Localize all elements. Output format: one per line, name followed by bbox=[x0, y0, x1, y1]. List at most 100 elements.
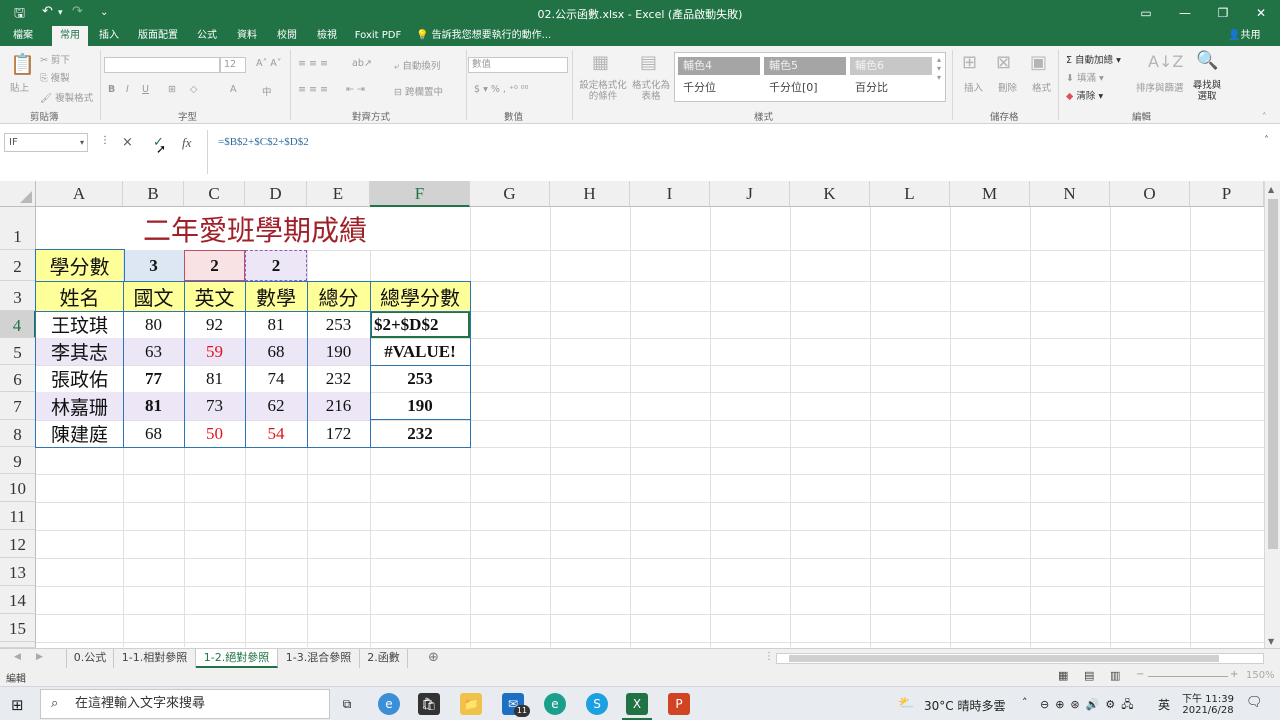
student-name-cell[interactable]: 李其志 bbox=[36, 338, 123, 365]
header-weighted-cell[interactable]: 總學分數 bbox=[370, 281, 470, 311]
header-math-cell[interactable]: 數學 bbox=[245, 281, 307, 311]
score-chinese-cell[interactable]: 77 bbox=[123, 365, 184, 392]
student-name-cell[interactable]: 王玟琪 bbox=[36, 311, 123, 338]
row-header-1[interactable]: 1 bbox=[0, 207, 36, 250]
style-comma[interactable]: 千分位 bbox=[678, 79, 760, 97]
score-total-cell[interactable]: 232 bbox=[307, 365, 370, 392]
format-as-table-button[interactable]: 格式化為表格 bbox=[630, 80, 672, 102]
share-button[interactable]: 👤共用 bbox=[1228, 26, 1260, 46]
score-english-cell[interactable]: 92 bbox=[184, 311, 245, 338]
align-left-icon[interactable]: ≡ ≡ ≡ bbox=[298, 84, 328, 95]
column-header-d[interactable]: D bbox=[245, 181, 307, 207]
score-total-cell[interactable]: 216 bbox=[307, 392, 370, 420]
sheet-tab-mixed[interactable]: 1-3.混合參照 bbox=[278, 649, 360, 668]
scroll-sheets-right-icon[interactable]: ▶ bbox=[36, 652, 43, 662]
column-header-k[interactable]: K bbox=[790, 181, 870, 207]
tab-foxit-pdf[interactable]: Foxit PDF bbox=[350, 26, 406, 46]
weighted-total-cell[interactable]: #VALUE! bbox=[370, 338, 470, 365]
style-percent[interactable]: 百分比 bbox=[850, 79, 932, 97]
score-english-cell[interactable]: 81 bbox=[184, 365, 245, 392]
excel-icon[interactable]: X bbox=[626, 693, 648, 715]
column-header-f[interactable]: F bbox=[370, 181, 470, 207]
active-cell-f4[interactable]: $2+$D$2 bbox=[370, 311, 470, 338]
credit-label-cell[interactable]: 學分數 bbox=[36, 250, 123, 281]
credit-math-cell[interactable]: 2 bbox=[245, 250, 307, 281]
add-sheet-icon[interactable]: ⊕ bbox=[428, 650, 439, 665]
header-english-cell[interactable]: 英文 bbox=[184, 281, 245, 311]
column-header-i[interactable]: I bbox=[630, 181, 710, 207]
phonetic-icon[interactable]: 中 bbox=[262, 84, 272, 98]
italic-icon[interactable]: I bbox=[126, 84, 129, 95]
font-color-icon[interactable]: A bbox=[230, 84, 237, 95]
scroll-thumb[interactable] bbox=[1268, 199, 1278, 549]
border-icon[interactable]: ⊞ bbox=[168, 84, 176, 95]
weather-icon[interactable]: ⛅ bbox=[898, 696, 914, 711]
row-header-10[interactable]: 10 bbox=[0, 474, 36, 502]
score-chinese-cell[interactable]: 63 bbox=[123, 338, 184, 365]
tab-view[interactable]: 檢視 bbox=[310, 26, 344, 46]
score-math-cell[interactable]: 68 bbox=[245, 338, 307, 365]
weighted-total-cell[interactable]: 253 bbox=[370, 365, 470, 392]
score-chinese-cell[interactable]: 80 bbox=[123, 311, 184, 338]
collapse-ribbon-icon[interactable]: ˄ bbox=[1262, 112, 1267, 123]
column-header-o[interactable]: O bbox=[1110, 181, 1190, 207]
number-format-combo[interactable]: 數值 bbox=[468, 57, 568, 73]
horizontal-scroll-thumb[interactable] bbox=[789, 655, 1219, 662]
row-header-13[interactable]: 13 bbox=[0, 558, 36, 586]
row-header-14[interactable]: 14 bbox=[0, 586, 36, 614]
taskbar-search-box[interactable]: ⌕ 在這裡輸入文字來搜尋 bbox=[40, 689, 330, 719]
ime-indicator[interactable]: 英 bbox=[1158, 696, 1170, 713]
paste-button[interactable]: 貼上 bbox=[10, 80, 29, 94]
font-name-combo[interactable] bbox=[104, 57, 220, 73]
header-total-cell[interactable]: 總分 bbox=[307, 281, 370, 311]
autosum-button[interactable]: Σ 自動加總 ▾ bbox=[1066, 52, 1121, 66]
select-all-button[interactable] bbox=[0, 181, 36, 207]
fill-color-icon[interactable]: ◇ bbox=[190, 84, 197, 95]
formula-input[interactable]: =$B$2+$C$2+$D$2 bbox=[218, 136, 309, 148]
score-total-cell[interactable]: 190 bbox=[307, 338, 370, 365]
notification-center-icon[interactable]: 🗨 bbox=[1246, 695, 1263, 710]
sheet-title[interactable]: 二年愛班學期成績 bbox=[110, 207, 400, 250]
show-hidden-icons-icon[interactable]: ˄ bbox=[1022, 696, 1028, 709]
column-header-c[interactable]: C bbox=[184, 181, 245, 207]
column-header-e[interactable]: E bbox=[307, 181, 370, 207]
sort-filter-button[interactable]: 排序與篩選 bbox=[1136, 80, 1184, 94]
horizontal-scrollbar[interactable] bbox=[776, 653, 1264, 664]
header-name-cell[interactable]: 姓名 bbox=[36, 281, 123, 311]
copy-button[interactable]: ⎘ 複製 bbox=[40, 70, 70, 84]
font-size-combo[interactable]: 12 bbox=[220, 57, 246, 73]
zoom-level[interactable]: 150% bbox=[1246, 670, 1275, 681]
column-header-j[interactable]: J bbox=[710, 181, 790, 207]
ribbon-display-icon[interactable]: ▭ bbox=[1127, 2, 1165, 24]
sheet-tab-absolute[interactable]: 1-2.絕對參照 bbox=[196, 649, 278, 668]
zoom-in-icon[interactable]: + bbox=[1230, 669, 1238, 680]
cancel-icon[interactable]: × bbox=[122, 135, 133, 150]
gallery-scroll-icon[interactable]: ▴ ▾ ▾ bbox=[937, 55, 941, 82]
row-header-8[interactable]: 8 bbox=[0, 420, 36, 447]
currency-icon[interactable]: $ ▾ % , ⁺⁰ ⁰⁰ bbox=[474, 84, 528, 95]
row-header-3[interactable]: 3 bbox=[0, 281, 36, 311]
sheet-tab-functions[interactable]: 2.函數 bbox=[360, 649, 408, 668]
credit-chinese-cell[interactable]: 3 bbox=[123, 250, 184, 281]
score-math-cell[interactable]: 62 bbox=[245, 392, 307, 420]
scroll-sheets-left-icon[interactable]: ◀ bbox=[14, 652, 21, 662]
score-math-cell[interactable]: 74 bbox=[245, 365, 307, 392]
sheet-tab-formula[interactable]: 0.公式 bbox=[66, 649, 114, 668]
row-header-4[interactable]: 4 bbox=[0, 311, 36, 338]
column-header-m[interactable]: M bbox=[950, 181, 1030, 207]
column-header-a[interactable]: A bbox=[36, 181, 123, 207]
row-header-9[interactable]: 9 bbox=[0, 447, 36, 474]
skype-icon[interactable]: S bbox=[586, 693, 608, 715]
tab-insert[interactable]: 插入 bbox=[92, 26, 126, 46]
tab-formulas[interactable]: 公式 bbox=[190, 26, 224, 46]
weighted-total-cell[interactable]: 190 bbox=[370, 392, 470, 420]
tab-file[interactable]: 檔案 bbox=[6, 26, 40, 46]
style-comma0[interactable]: 千分位[0] bbox=[764, 79, 846, 97]
insert-cells-button[interactable]: 插入 bbox=[964, 80, 983, 94]
minimize-icon[interactable]: — bbox=[1166, 2, 1204, 24]
windows-start-icon[interactable]: ⊞ bbox=[11, 696, 24, 714]
clock[interactable]: 下午 11:39 2021/6/28 bbox=[1180, 690, 1236, 716]
row-header-5[interactable]: 5 bbox=[0, 338, 36, 365]
score-math-cell[interactable]: 54 bbox=[245, 420, 307, 447]
task-view-icon[interactable]: ⧉ bbox=[336, 693, 358, 715]
